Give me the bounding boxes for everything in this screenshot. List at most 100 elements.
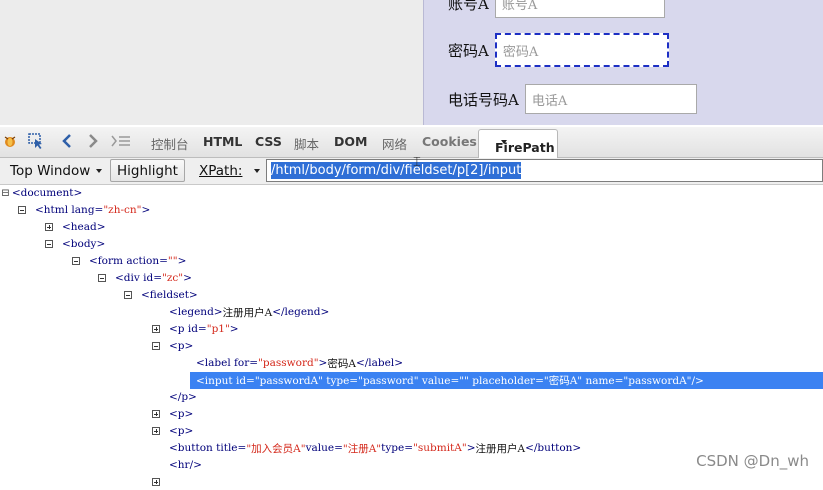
button-type-value: "submitA": [413, 442, 467, 454]
p1-tag-open: <p id=: [169, 323, 207, 335]
expand-icon[interactable]: [152, 325, 160, 333]
xpath-type-select[interactable]: XPath:: [193, 159, 266, 182]
legend-text: 注册用户A: [222, 306, 273, 319]
tree-node-p-4[interactable]: <p>: [152, 423, 193, 439]
tree-node-head[interactable]: <head>: [45, 219, 106, 235]
button-text: 注册用户A: [475, 442, 526, 455]
xpath-input[interactable]: /html/body/form/div/fieldset/p[2]/input: [266, 159, 823, 182]
tree-node-p-3[interactable]: <p>: [152, 406, 193, 422]
phone-input[interactable]: 电话A: [524, 84, 697, 114]
html-tag-close: >: [141, 204, 151, 216]
label-tag-close: </label>: [355, 357, 403, 369]
top-window-select[interactable]: Top Window: [4, 159, 108, 182]
tree-node-document[interactable]: ⊟ <document>: [1, 185, 82, 201]
tree-node-label[interactable]: <label for= "password" > 密码A </label>: [196, 355, 403, 371]
document-tag: <document>: [11, 187, 83, 199]
collapse-icon: ⊟: [1, 187, 10, 199]
highlight-label: Highlight: [117, 162, 178, 179]
fieldset-tag: <fieldset>: [141, 289, 198, 301]
expand-icon[interactable]: [152, 427, 160, 435]
account-input[interactable]: 账号A: [494, 0, 665, 18]
form-tag-open: <form action=: [89, 255, 168, 267]
collapse-icon[interactable]: [152, 342, 160, 350]
expand-icon[interactable]: [152, 410, 160, 418]
tab-firepath-dropdown-icon: [501, 140, 507, 144]
text-cursor-icon: ⌶: [413, 155, 421, 170]
button-title-value: "加入会员A": [246, 442, 306, 455]
page-preview: 账号A 账号A 密码A 密码A 电话号码A 电话A: [0, 0, 823, 125]
html-tag-open: <html lang=: [35, 204, 104, 216]
legend-tag-open: <legend>: [169, 306, 223, 318]
div-tag-close: >: [183, 272, 192, 284]
tab-firepath[interactable]: FirePath: [478, 129, 558, 158]
phone-row: 电话号码A 电话A: [448, 84, 697, 114]
legend-tag-close: </legend>: [272, 306, 330, 318]
button-tag-close: </button>: [525, 442, 582, 454]
expand-icon[interactable]: [45, 223, 53, 231]
back-icon[interactable]: [57, 131, 77, 151]
label-text: 密码A: [327, 357, 356, 370]
tree-node-p[interactable]: <p>: [152, 338, 193, 354]
html-lang-value: "zh-cn": [103, 204, 142, 216]
tab-css[interactable]: CSS: [255, 134, 282, 149]
tree-node-button[interactable]: <button title= "加入会员A" value= "注册A" type= "…: [169, 440, 581, 456]
label-tag-open: <label for=: [196, 357, 259, 369]
div-tag-open: <div id=: [115, 272, 163, 284]
button-tag-open: <button title=: [169, 442, 247, 454]
firebug-toolbar: 控制台 HTML CSS 脚本 DOM 网络 Cookies FirePath: [0, 127, 823, 158]
tab-dom[interactable]: DOM: [334, 134, 367, 149]
password-row: 密码A 密码A: [448, 33, 669, 67]
button-type-attr: type=: [381, 442, 414, 454]
account-label: 账号A: [448, 0, 489, 13]
account-row: 账号A 账号A: [448, 0, 665, 18]
highlight-button[interactable]: Highlight: [110, 159, 185, 182]
p1-id-value: "p1": [206, 323, 230, 335]
phone-label: 电话号码A: [448, 90, 519, 109]
label-for-value: "password": [258, 357, 319, 369]
firebug-icon[interactable]: [0, 131, 20, 151]
password-placeholder: 密码A: [502, 44, 539, 60]
collapse-icon[interactable]: [45, 240, 53, 248]
collapse-icon[interactable]: [18, 206, 26, 214]
collapse-icon[interactable]: [124, 291, 132, 299]
inspect-icon[interactable]: [26, 131, 46, 151]
tree-node-body[interactable]: <body>: [45, 236, 105, 252]
tree-node-p-close[interactable]: </p>: [169, 389, 197, 405]
tree-node-p1[interactable]: <p id= "p1" >: [152, 321, 239, 337]
command-line-icon[interactable]: [111, 131, 131, 151]
top-window-dropdown-icon: [96, 168, 103, 173]
tree-node-legend[interactable]: <legend> 注册用户A </legend>: [169, 304, 329, 320]
tab-html[interactable]: HTML: [203, 134, 242, 149]
expand-icon[interactable]: [152, 478, 160, 486]
head-tag: <head>: [62, 221, 106, 233]
xpath-dropdown-icon: [254, 168, 261, 173]
top-window-label: Top Window: [10, 162, 91, 179]
watermark: CSDN @Dn_wh: [696, 452, 809, 470]
tab-cookies[interactable]: Cookies: [422, 134, 477, 149]
form-tag-close: >: [177, 255, 187, 267]
collapse-icon[interactable]: [72, 257, 80, 265]
p-tag: <p>: [169, 408, 194, 420]
registration-form: 账号A 账号A 密码A 密码A 电话号码A 电话A: [423, 0, 823, 125]
label-tag-mid: >: [318, 357, 328, 369]
button-value-value: "注册A": [342, 442, 382, 455]
tree-node-form[interactable]: <form action= "" >: [72, 253, 186, 269]
tab-net[interactable]: 网络: [382, 134, 407, 153]
p1-tag-close: >: [229, 323, 239, 335]
password-input[interactable]: 密码A: [494, 33, 669, 67]
body-tag: <body>: [62, 238, 106, 250]
phone-placeholder: 电话A: [531, 93, 568, 109]
collapse-icon[interactable]: [98, 274, 106, 282]
tree-node-div[interactable]: <div id= "zc" >: [98, 270, 192, 286]
p-tag: <p>: [169, 425, 194, 437]
tree-node-html[interactable]: <html lang= "zh-cn" >: [18, 202, 150, 218]
tab-console[interactable]: 控制台: [151, 134, 189, 153]
xpath-value: /html/body/form/div/fieldset/p[2]/input: [271, 162, 522, 179]
tree-node-fieldset[interactable]: <fieldset>: [124, 287, 198, 303]
tab-script[interactable]: 脚本: [294, 134, 319, 153]
hr-tag: <hr/>: [169, 459, 202, 471]
tree-node-input-selected[interactable]: <input id="passwordA" type="password" va…: [196, 372, 704, 389]
account-placeholder: 账号A: [501, 0, 538, 13]
tree-node-hr[interactable]: <hr/>: [169, 457, 202, 473]
forward-icon[interactable]: [83, 131, 103, 151]
